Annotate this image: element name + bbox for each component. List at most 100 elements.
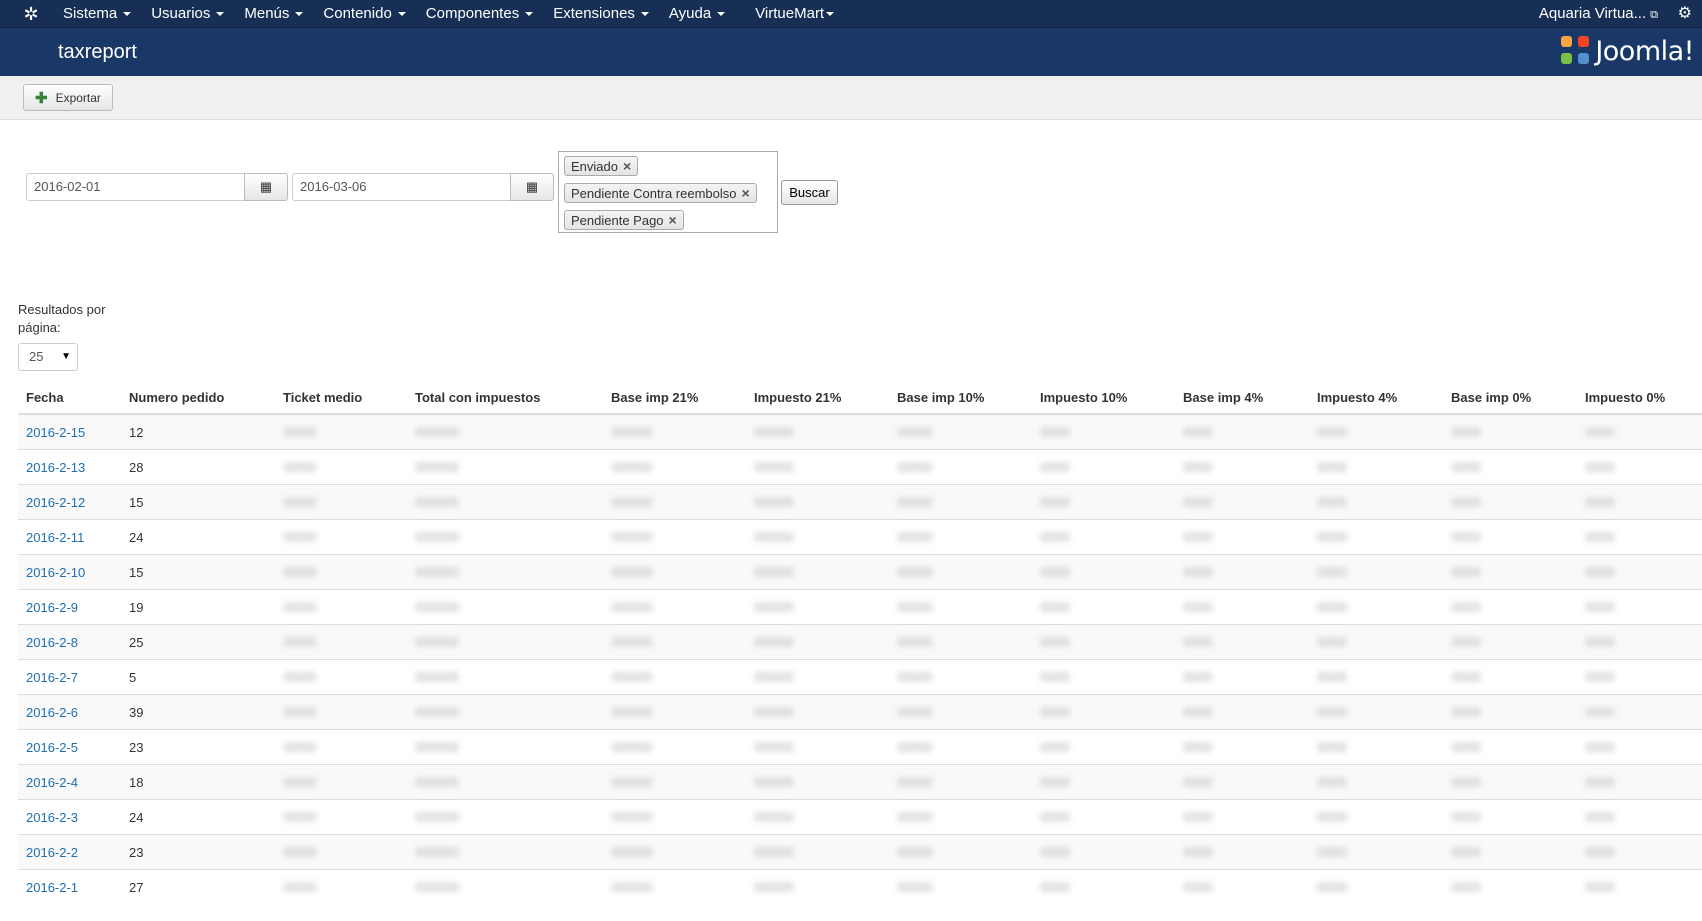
export-button[interactable]: ✚ Exportar xyxy=(23,84,113,111)
redacted-value xyxy=(1451,461,1481,472)
redacted-value xyxy=(897,496,933,507)
menu-componentes[interactable]: Componentes xyxy=(426,0,543,27)
remove-icon[interactable]: × xyxy=(742,185,750,201)
remove-icon[interactable]: × xyxy=(623,158,631,174)
joomla-icon[interactable]: ✲ xyxy=(20,3,42,25)
redacted-cell xyxy=(407,624,603,660)
date-cell: 2016-2-2 xyxy=(18,834,121,870)
date-link[interactable]: 2016-2-13 xyxy=(26,460,85,475)
redacted-value xyxy=(1317,566,1347,577)
redacted-cell xyxy=(275,449,407,485)
redacted-cell xyxy=(746,519,889,555)
redacted-cell xyxy=(1577,869,1702,904)
menu-label: Menús xyxy=(244,5,290,22)
date-from-input[interactable]: 2016-02-01 xyxy=(26,173,246,201)
redacted-cell xyxy=(1175,484,1309,520)
date-link[interactable]: 2016-2-4 xyxy=(26,775,78,790)
redacted-cell xyxy=(889,589,1032,625)
menu-contenido[interactable]: Contenido xyxy=(323,0,415,27)
gear-icon[interactable]: ⚙ xyxy=(1678,0,1692,27)
date-link[interactable]: 2016-2-7 xyxy=(26,670,78,685)
redacted-cell xyxy=(407,799,603,835)
redacted-value xyxy=(1585,426,1615,437)
date-link[interactable]: 2016-2-11 xyxy=(26,530,84,545)
date-cell: 2016-2-8 xyxy=(18,624,121,660)
redacted-value xyxy=(1585,706,1615,717)
date-link[interactable]: 2016-2-2 xyxy=(26,845,78,860)
redacted-value xyxy=(754,881,794,892)
redacted-value xyxy=(1317,426,1347,437)
menu-ayuda[interactable]: Ayuda xyxy=(669,0,735,27)
date-link[interactable]: 2016-2-1 xyxy=(26,880,78,895)
date-link[interactable]: 2016-2-12 xyxy=(26,495,85,510)
redacted-value xyxy=(283,426,317,437)
redacted-value xyxy=(754,636,794,647)
date-link[interactable]: 2016-2-5 xyxy=(26,740,78,755)
redacted-value xyxy=(897,601,933,612)
table-row: 2016-2-12 15 xyxy=(18,484,1702,520)
date-cell: 2016-2-6 xyxy=(18,694,121,730)
date-link[interactable]: 2016-2-10 xyxy=(26,565,85,580)
column-header: Numero pedido xyxy=(121,381,275,415)
calendar-from-button[interactable]: ▦ xyxy=(244,173,288,201)
redacted-value xyxy=(1317,601,1347,612)
menu-usuarios[interactable]: Usuarios xyxy=(151,0,234,27)
redacted-cell xyxy=(746,484,889,520)
date-to-input[interactable]: 2016-03-06 xyxy=(292,173,512,201)
redacted-value xyxy=(1183,636,1213,647)
redacted-cell xyxy=(1443,589,1577,625)
redacted-value xyxy=(1585,846,1615,857)
status-multiselect[interactable]: Enviado × Pendiente Contra reembolso × Pen… xyxy=(558,151,778,233)
calendar-to-button[interactable]: ▦ xyxy=(510,173,554,201)
results-per-page-label: Resultados por página: xyxy=(18,302,106,335)
date-cell: 2016-2-7 xyxy=(18,659,121,695)
top-navbar: ✲ Sistema Usuarios Menús Contenido Compo… xyxy=(0,0,1702,28)
redacted-cell xyxy=(603,519,746,555)
date-link[interactable]: 2016-2-6 xyxy=(26,705,78,720)
caret-down-icon xyxy=(640,12,649,17)
redacted-value xyxy=(283,811,317,822)
redacted-cell xyxy=(1443,834,1577,870)
menu-extensiones[interactable]: Extensiones xyxy=(553,0,659,27)
menu-sistema[interactable]: Sistema xyxy=(63,0,141,27)
date-link[interactable]: 2016-2-9 xyxy=(26,600,78,615)
table-row: 2016-2-11 24 xyxy=(18,519,1702,555)
results-per-page-select[interactable]: 25 ▼ xyxy=(18,343,78,371)
redacted-value xyxy=(897,776,933,787)
redacted-value xyxy=(611,426,653,437)
date-link[interactable]: 2016-2-15 xyxy=(26,425,85,440)
redacted-cell xyxy=(275,484,407,520)
redacted-cell xyxy=(1577,413,1702,450)
column-header: Impuesto 21% xyxy=(746,381,889,415)
column-header: Base imp 21% xyxy=(603,381,746,415)
redacted-value xyxy=(1040,531,1070,542)
redacted-cell xyxy=(1032,449,1175,485)
redacted-cell xyxy=(889,519,1032,555)
redacted-cell xyxy=(1309,449,1443,485)
redacted-cell xyxy=(889,869,1032,904)
date-link[interactable]: 2016-2-3 xyxy=(26,810,78,825)
redacted-cell xyxy=(603,624,746,660)
redacted-value xyxy=(1585,881,1615,892)
menu-label: Sistema xyxy=(63,5,118,22)
site-link[interactable]: Aquaria Virtua... ⧉ xyxy=(1539,0,1658,29)
redacted-value xyxy=(754,811,794,822)
tax-report-table: Fecha Numero pedido Ticket medio Total c… xyxy=(18,381,1702,904)
order-count-cell: 28 xyxy=(121,449,275,485)
menu-virtuemart[interactable]: VirtueMart xyxy=(755,0,844,27)
remove-icon[interactable]: × xyxy=(669,212,677,228)
menu-menus[interactable]: Menús xyxy=(244,0,313,27)
date-cell: 2016-2-5 xyxy=(18,729,121,765)
redacted-cell xyxy=(275,624,407,660)
status-chip-label: Pendiente Contra reembolso xyxy=(571,186,737,201)
redacted-value xyxy=(1451,426,1481,437)
redacted-value xyxy=(1183,741,1213,752)
dropdown-arrow-icon: ▼ xyxy=(61,351,71,362)
redacted-value xyxy=(415,566,459,577)
redacted-cell xyxy=(1032,869,1175,904)
order-count-cell: 24 xyxy=(121,799,275,835)
redacted-cell xyxy=(1309,729,1443,765)
redacted-cell xyxy=(603,659,746,695)
search-button[interactable]: Buscar xyxy=(781,180,838,205)
date-link[interactable]: 2016-2-8 xyxy=(26,635,78,650)
